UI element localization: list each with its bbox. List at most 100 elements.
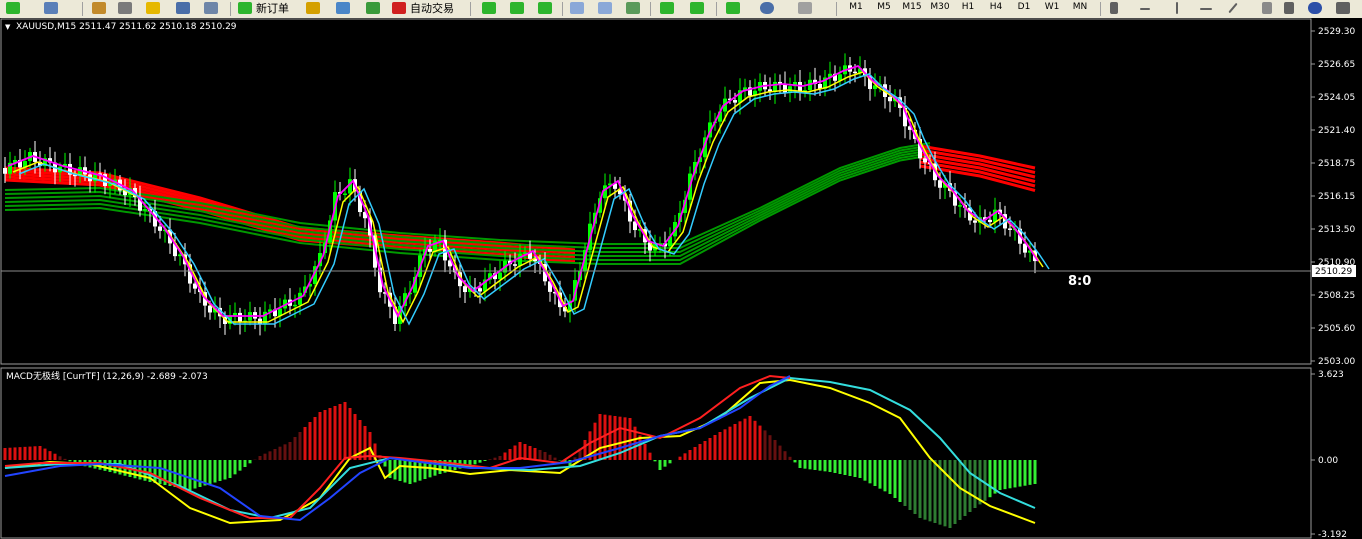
macd-bar (853, 460, 857, 477)
macd-bar (883, 460, 887, 492)
chart-shift-icon[interactable] (690, 2, 704, 14)
macd-bar (288, 442, 292, 460)
macd-bar (53, 453, 57, 460)
tf-h4[interactable]: H4 (983, 0, 1009, 17)
macd-bar (773, 440, 777, 460)
cursor-icon[interactable] (1110, 2, 1118, 14)
tf-m5[interactable]: M5 (871, 0, 897, 17)
autotrade-button[interactable]: 自动交易 (410, 0, 454, 17)
candle-body (258, 318, 262, 324)
globe-icon[interactable] (366, 2, 380, 14)
macd-bar (313, 417, 317, 460)
tile-icon[interactable] (626, 2, 640, 14)
tf-m1[interactable]: M1 (843, 0, 869, 17)
candle-body (518, 253, 522, 266)
macd-bar (258, 456, 262, 460)
macd-bar (913, 460, 917, 514)
tf-d1[interactable]: D1 (1011, 0, 1037, 17)
macd-bar (233, 460, 237, 475)
macd-bar (303, 427, 307, 460)
macd-bar (978, 460, 982, 505)
search-icon[interactable] (1308, 2, 1322, 14)
new-order-icon[interactable] (238, 2, 252, 14)
macd-bar (263, 453, 267, 460)
macd-bar (873, 460, 877, 486)
macd-bar (698, 444, 702, 460)
candle-body (158, 226, 162, 231)
macd-bar (888, 460, 892, 494)
macd-bar (713, 435, 717, 460)
macd-bar (878, 460, 882, 489)
data-window-icon[interactable] (118, 2, 132, 14)
price-tick-label: 2508.25 (1318, 291, 1355, 301)
macd-bar (1018, 460, 1022, 487)
macd-bar (643, 444, 647, 460)
candle-body (208, 305, 212, 313)
macd-bar (1028, 460, 1032, 485)
macd-bar (898, 460, 902, 502)
macd-bar (748, 416, 752, 460)
tf-mn[interactable]: MN (1067, 0, 1093, 17)
current-price-label: 2510.29 (1315, 267, 1352, 277)
market-watch-icon[interactable] (92, 2, 106, 14)
fibo-icon[interactable] (1262, 2, 1272, 14)
autoscroll-icon[interactable] (660, 2, 674, 14)
macd-bar (708, 438, 712, 460)
macd-bar (283, 444, 287, 460)
macd-bar (753, 420, 757, 460)
macd-bar (783, 451, 787, 460)
profiles-icon[interactable] (44, 2, 58, 14)
indicators-icon[interactable] (726, 2, 740, 14)
zoom-out-icon[interactable] (598, 2, 612, 14)
crosshair-icon[interactable] (1140, 8, 1150, 10)
tf-m30[interactable]: M30 (927, 0, 953, 17)
navigator-icon[interactable] (146, 2, 160, 14)
macd-bar (798, 460, 802, 468)
period-icon[interactable] (760, 2, 774, 14)
line-chart-icon[interactable] (538, 2, 552, 14)
macd-bar (928, 460, 932, 522)
experts-icon[interactable] (336, 2, 350, 14)
macd-bar (778, 445, 782, 460)
chart-area[interactable]: 2529.30 2526.65 2524.05 2521.40 2518.75 2516.… (0, 18, 1362, 539)
price-tick-label: 2516.15 (1318, 192, 1355, 202)
candles-icon[interactable] (510, 2, 524, 14)
new-chart-icon[interactable] (6, 2, 20, 14)
tf-w1[interactable]: W1 (1039, 0, 1065, 17)
metaeditor-icon[interactable] (306, 2, 320, 14)
tf-m15[interactable]: M15 (899, 0, 925, 17)
line-icon[interactable] (1228, 2, 1238, 14)
template-icon[interactable] (798, 2, 812, 14)
macd-tick-label: -3.192 (1318, 530, 1347, 539)
macd-bar (403, 460, 407, 483)
macd-bar (943, 460, 947, 527)
macd-bar (743, 418, 747, 460)
macd-bar (398, 460, 402, 481)
macd-bar (1003, 460, 1007, 490)
new-order-button[interactable]: 新订单 (256, 0, 289, 17)
macd-bar (3, 448, 7, 460)
candle-body (513, 264, 517, 266)
text-icon[interactable] (1284, 2, 1294, 14)
settings-icon[interactable] (1336, 2, 1350, 14)
zoom-in-icon[interactable] (570, 2, 584, 14)
macd-bar (538, 450, 542, 460)
price-tick-label: 2513.50 (1318, 225, 1355, 235)
candle-body (988, 219, 992, 223)
macd-bar (63, 458, 67, 460)
macd-bar (68, 460, 72, 462)
macd-bar (793, 460, 797, 463)
terminal-icon[interactable] (176, 2, 190, 14)
bar-chart-icon[interactable] (482, 2, 496, 14)
tf-h1[interactable]: H1 (955, 0, 981, 17)
macd-tick-label: 3.623 (1318, 370, 1344, 380)
macd-bar (198, 460, 202, 487)
autotrade-icon[interactable] (392, 2, 406, 14)
horizontal-line-icon[interactable] (1200, 8, 1212, 10)
price-tick-label: 2529.30 (1318, 27, 1355, 37)
macd-bar (953, 460, 957, 524)
tester-icon[interactable] (204, 2, 218, 14)
vertical-line-icon[interactable] (1176, 2, 1178, 14)
candle-body (143, 209, 147, 211)
macd-bar (328, 408, 332, 460)
